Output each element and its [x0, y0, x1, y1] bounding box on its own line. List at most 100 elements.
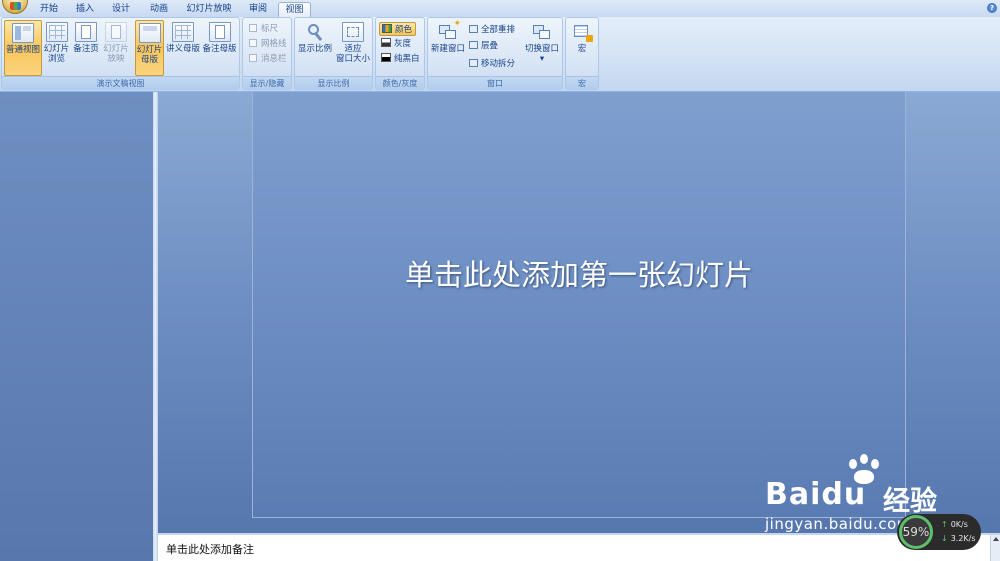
group-label-show-hide: 显示/隐藏 [243, 76, 291, 89]
group-macros: 宏 宏 [565, 17, 599, 90]
slide-master-label-2: 母版 [140, 55, 158, 65]
normal-view-button[interactable]: 普通视图 [4, 20, 42, 76]
notes-scrollbar[interactable] [990, 535, 1000, 561]
cascade-icon [469, 41, 478, 49]
slide-sorter-label-1: 幻灯片 [43, 44, 70, 54]
color-swatch-icon [382, 24, 392, 33]
message-bar-checkbox[interactable]: 消息栏 [249, 53, 287, 66]
slideshow-label-1: 幻灯片 [103, 44, 129, 54]
network-monitor-widget[interactable]: 59% ↑ 0K/s ↓ 3.2K/s [897, 514, 981, 550]
fit-label-1: 适应 [344, 44, 362, 54]
network-usage-ring: 59% [899, 515, 933, 549]
slide-master-label-1: 幻灯片 [136, 45, 163, 55]
tab-slideshow[interactable]: 幻灯片放映 [182, 2, 236, 17]
notes-master-label: 备注母版 [202, 44, 237, 54]
gridlines-checkbox[interactable]: 网格线 [249, 38, 287, 51]
notes-master-button[interactable]: 备注母版 [201, 20, 238, 76]
group-label-window: 窗口 [428, 76, 562, 89]
notes-page-button[interactable]: 备注页 [71, 20, 101, 76]
arrange-all-label: 全部重排 [481, 25, 516, 35]
notes-placeholder[interactable]: 单击此处添加备注 [166, 541, 254, 557]
normal-view-label: 普通视图 [5, 45, 40, 55]
slide-sorter-button[interactable]: 幻灯片 浏览 [42, 20, 71, 76]
macro-icon [571, 22, 593, 42]
gridlines-label: 网格线 [261, 39, 287, 49]
macros-button[interactable]: 宏 [568, 20, 596, 76]
macros-label: 宏 [577, 44, 587, 54]
new-window-icon: ✦ [437, 19, 461, 42]
zoom-button[interactable]: 显示比例 [297, 20, 333, 76]
group-zoom: 显示比例 适应 窗口大小 显示比例 [294, 17, 373, 90]
group-color-grayscale: 颜色 灰度 纯黑白 颜色/灰度 [375, 17, 425, 90]
color-option[interactable]: 颜色 [379, 22, 417, 36]
group-presentation-views: 普通视图 幻灯片 浏览 备注页 幻灯片 放映 幻灯片 母版 讲义母版 备注母版 [1, 17, 240, 90]
magnifier-icon [304, 22, 326, 42]
download-speed-value: 3.2K/s [950, 534, 976, 543]
slide-title-placeholder[interactable]: 单击此处添加第一张幻灯片 [253, 252, 905, 294]
slides-thumbnail-pane[interactable] [0, 92, 153, 561]
black-white-swatch-icon [381, 53, 391, 62]
upload-speed: ↑ 0K/s [941, 520, 968, 529]
switch-windows-button[interactable]: 切换窗口 ▾ [522, 20, 562, 76]
watermark-brand-cn: 经验 [883, 486, 937, 517]
ruler-label: 标尺 [261, 24, 279, 34]
arrange-all-icon [469, 25, 478, 33]
group-label-zoom: 显示比例 [295, 76, 372, 89]
message-bar-label: 消息栏 [261, 54, 287, 64]
group-label-macros: 宏 [566, 76, 598, 89]
switch-windows-label: 切换窗口 [524, 44, 559, 54]
move-split-button[interactable]: 移动拆分 [469, 58, 515, 71]
checkbox-icon [249, 54, 257, 62]
cascade-button[interactable]: 层叠 [469, 40, 498, 53]
tab-view[interactable]: 视图 [278, 2, 311, 17]
fit-to-window-button[interactable]: 适应 窗口大小 [334, 20, 372, 76]
group-window: ✦ 新建窗口 全部重排 层叠 移动拆分 切换窗口 ▾ 窗口 [427, 17, 563, 90]
handout-master-button[interactable]: 讲义母版 [165, 20, 201, 76]
download-arrow-icon: ↓ [941, 534, 948, 543]
group-show-hide: 标尺 网格线 消息栏 显示/隐藏 [242, 17, 292, 90]
fit-label-2: 窗口大小 [335, 54, 370, 64]
notes-page-label: 备注页 [73, 44, 99, 54]
move-split-icon [469, 59, 478, 67]
ruler-checkbox[interactable]: 标尺 [249, 23, 278, 36]
move-split-label: 移动拆分 [481, 59, 516, 69]
new-window-label: 新建窗口 [430, 44, 465, 54]
slideshow-button: 幻灯片 放映 [101, 20, 131, 76]
tab-animations[interactable]: 动画 [144, 2, 174, 17]
group-label-presentation-views: 演示文稿视图 [2, 76, 239, 89]
normal-view-icon [12, 23, 34, 43]
upload-speed-value: 0K/s [950, 520, 968, 529]
slideshow-label-2: 放映 [107, 54, 125, 64]
handout-master-icon [172, 22, 194, 42]
color-label: 颜色 [395, 25, 413, 35]
slide-sorter-icon [45, 22, 68, 42]
new-window-button[interactable]: ✦ 新建窗口 [429, 19, 467, 76]
grayscale-swatch-icon [381, 38, 391, 47]
tab-design[interactable]: 设计 [106, 2, 136, 17]
help-icon[interactable]: ? [987, 3, 997, 13]
scroll-up-icon[interactable] [993, 537, 999, 541]
handout-master-label: 讲义母版 [165, 44, 200, 54]
tab-home[interactable]: 开始 [34, 2, 64, 17]
tab-review[interactable]: 审阅 [243, 2, 273, 17]
black-white-label: 纯黑白 [394, 54, 420, 64]
office-button[interactable] [2, 0, 28, 14]
cascade-label: 层叠 [481, 41, 499, 51]
grayscale-option[interactable]: 灰度 [379, 37, 414, 51]
office-logo-icon [10, 2, 21, 10]
notes-page-icon [75, 22, 97, 42]
zoom-label: 显示比例 [297, 44, 332, 54]
slide-master-icon [138, 23, 161, 43]
watermark-brand: Baidu [765, 477, 867, 512]
chevron-down-icon: ▾ [539, 54, 545, 64]
upload-arrow-icon: ↑ [941, 520, 948, 529]
checkbox-icon [249, 39, 257, 47]
grayscale-label: 灰度 [394, 39, 412, 49]
arrange-all-button[interactable]: 全部重排 [469, 24, 515, 37]
slide-sorter-label-2: 浏览 [47, 54, 65, 64]
watermark-url: jingyan.baidu.com [765, 515, 912, 533]
slide-master-button[interactable]: 幻灯片 母版 [135, 20, 164, 76]
tab-insert[interactable]: 插入 [70, 2, 100, 17]
fit-to-window-icon [342, 22, 364, 42]
black-white-option[interactable]: 纯黑白 [379, 52, 423, 66]
